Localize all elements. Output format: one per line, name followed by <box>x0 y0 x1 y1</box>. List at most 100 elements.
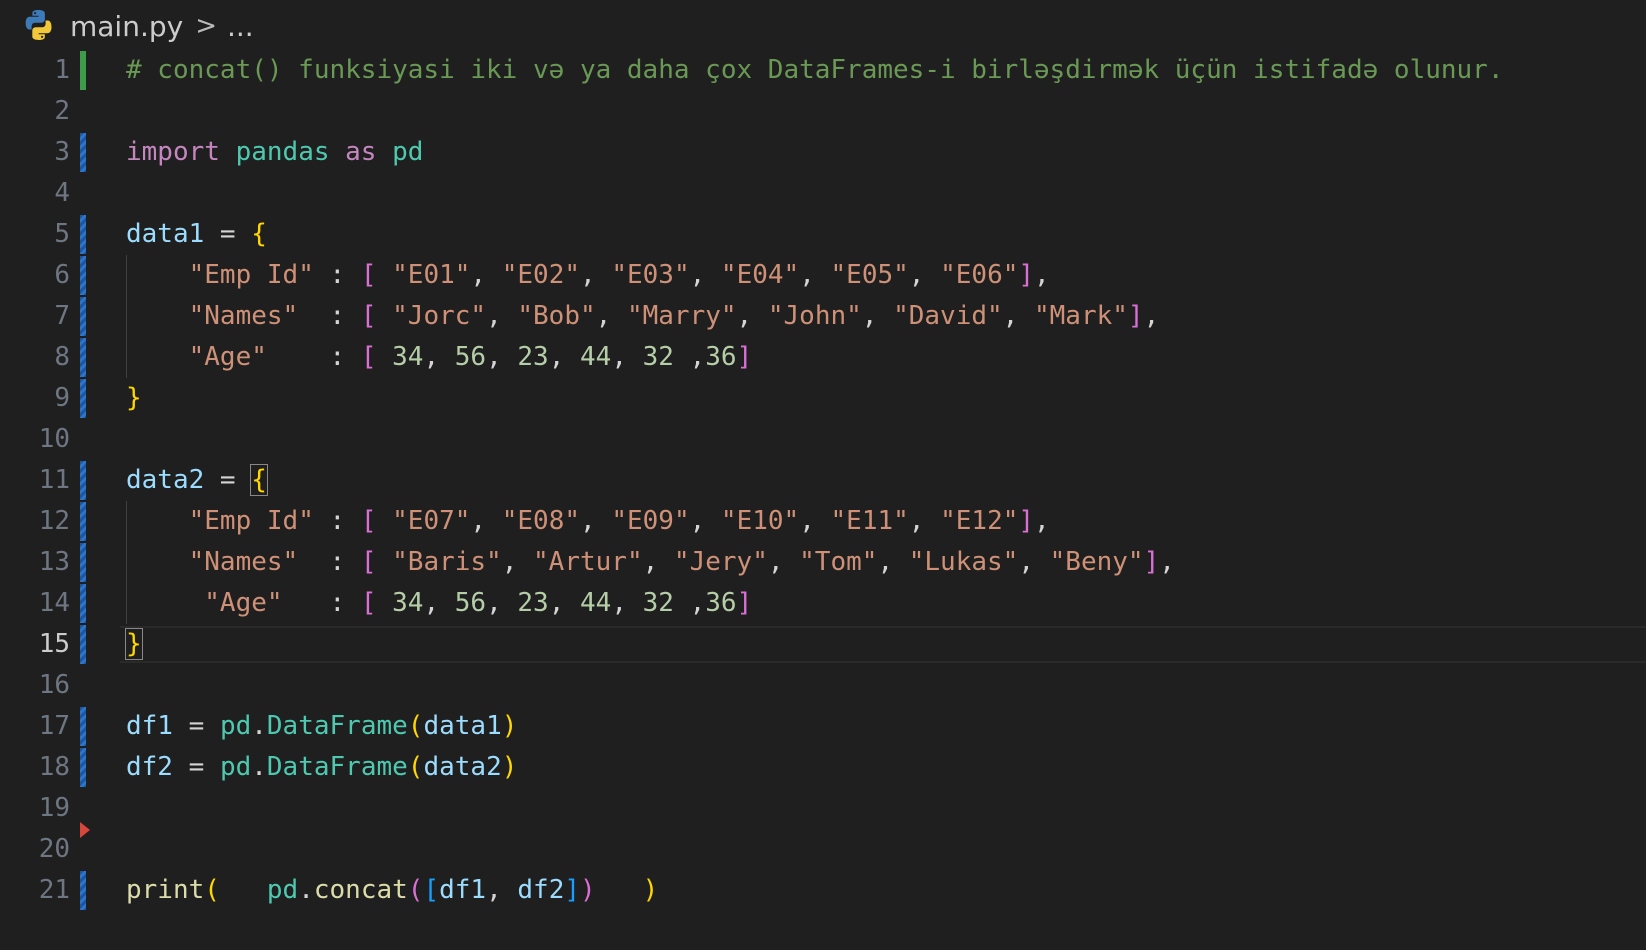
code-text[interactable]: "Emp Id" : [ "E07", "E08", "E09", "E10",… <box>126 501 1050 542</box>
code-text[interactable]: df2 = pd.DataFrame(data2) <box>126 747 517 788</box>
code-token: "Jery" <box>673 547 768 577</box>
line-number: 18 <box>38 752 70 782</box>
code-text[interactable]: print( pd.concat([df1, df2]) ) <box>126 870 658 911</box>
code-token: [ <box>360 260 377 290</box>
git-modified-marker[interactable] <box>80 707 86 746</box>
code-token: print <box>126 875 205 905</box>
line-number: 1 <box>54 55 70 85</box>
code-text[interactable]: data1 = { <box>126 214 267 255</box>
code-line[interactable]: 18 df2 = pd.DataFrame(data2) <box>0 747 1646 788</box>
code-token: , <box>642 547 674 577</box>
code-token: ) <box>580 875 596 905</box>
code-token: data1 <box>423 711 502 741</box>
code-token: , <box>423 342 455 372</box>
git-modified-marker[interactable] <box>80 297 86 336</box>
code-line[interactable]: 14 "Age" : [ 34, 56, 23, 44, 32 ,36] <box>0 583 1646 624</box>
code-line[interactable]: 19 <box>0 788 1646 838</box>
git-modified-marker[interactable] <box>80 133 86 172</box>
code-line[interactable]: 7 "Names" : [ "Jorc", "Bob", "Marry", "J… <box>0 296 1646 337</box>
code-line[interactable]: 1 # concat() funksiyasi iki və ya daha ço… <box>0 50 1646 91</box>
line-number: 21 <box>38 875 70 905</box>
code-text[interactable]: "Names" : [ "Baris", "Artur", "Jery", "T… <box>126 542 1175 583</box>
code-token: "Emp Id" <box>188 260 314 290</box>
git-modified-marker[interactable] <box>80 625 86 664</box>
code-editor[interactable]: main.py > ... 1 # concat() funksiyasi iki… <box>0 0 1646 950</box>
code-line[interactable]: 10 <box>0 419 1646 460</box>
code-line[interactable]: 17 df1 = pd.DataFrame(data1) <box>0 706 1646 747</box>
code-text[interactable]: import pandas as pd <box>126 132 423 173</box>
code-token: import <box>126 137 220 167</box>
code-token: 56 <box>454 342 487 372</box>
code-token: concat <box>313 875 408 905</box>
git-modified-marker[interactable] <box>80 338 86 377</box>
code-text[interactable]: "Age" : [ 34, 56, 23, 44, 32 ,36] <box>126 583 752 624</box>
code-line[interactable]: 3 import pandas as pd <box>0 132 1646 173</box>
line-number: 6 <box>54 260 70 290</box>
code-token: , <box>611 588 643 618</box>
git-modified-marker[interactable] <box>80 461 86 500</box>
breadcrumb: main.py > ... <box>20 6 254 46</box>
breadcrumb-file[interactable]: main.py <box>70 10 183 43</box>
git-modified-marker[interactable] <box>80 748 86 787</box>
code-line[interactable]: 9} <box>0 378 1646 419</box>
code-line[interactable]: 8 "Age" : [ 34, 56, 23, 44, 32 ,36] <box>0 337 1646 378</box>
git-modified-marker[interactable] <box>80 379 86 418</box>
code-token: : <box>282 588 361 618</box>
code-token: , <box>908 260 941 290</box>
code-token: pd <box>266 875 299 905</box>
code-line[interactable]: 4 <box>0 173 1646 214</box>
code-text[interactable]: data2 = { <box>126 460 268 501</box>
breadcrumb-ellipsis[interactable]: ... <box>227 10 254 43</box>
code-text[interactable]: "Names" : [ "Jorc", "Bob", "Marry", "Joh… <box>126 296 1160 337</box>
code-line[interactable]: 20 <box>0 829 1646 870</box>
code-token: [ <box>360 588 377 618</box>
code-line[interactable]: 6 "Emp Id" : [ "E01", "E02", "E03", "E04… <box>0 255 1646 296</box>
code-text[interactable]: "Emp Id" : [ "E01", "E02", "E03", "E04",… <box>126 255 1050 296</box>
code-token: ) <box>642 875 659 905</box>
git-modified-marker[interactable] <box>80 871 86 910</box>
git-modified-marker[interactable] <box>80 543 86 582</box>
code-token: , <box>548 342 581 372</box>
code-line[interactable]: 5 data1 = { <box>0 214 1646 255</box>
code-line[interactable]: 12 "Emp Id" : [ "E07", "E08", "E09", "E1… <box>0 501 1646 542</box>
git-added-marker[interactable] <box>80 51 86 90</box>
line-number: 8 <box>54 342 70 372</box>
code-token: "Lukas" <box>908 547 1019 577</box>
code-lines[interactable]: 1 # concat() funksiyasi iki və ya daha ço… <box>0 50 1646 911</box>
code-line[interactable]: 16 <box>0 665 1646 706</box>
code-token: 32 <box>642 342 674 372</box>
code-token: 23 <box>517 588 549 618</box>
code-line[interactable]: 11 data2 = { <box>0 460 1646 501</box>
code-text[interactable]: } <box>125 624 143 665</box>
code-text[interactable]: } <box>126 378 142 419</box>
code-text[interactable]: df1 = pd.DataFrame(data1) <box>126 706 517 747</box>
git-modified-marker[interactable] <box>80 584 86 623</box>
code-token: , <box>673 342 706 372</box>
code-text[interactable]: # concat() funksiyasi iki və ya daha çox… <box>126 50 1504 91</box>
git-modified-marker[interactable] <box>80 502 86 541</box>
chevron-right-icon: > <box>195 11 217 41</box>
git-modified-marker[interactable] <box>80 256 86 295</box>
git-modified-marker[interactable] <box>80 215 86 254</box>
code-token: , <box>689 506 721 536</box>
code-token: ] <box>1143 547 1160 577</box>
code-line[interactable]: 21 print( pd.concat([df1, df2]) ) <box>0 870 1646 911</box>
code-token: , <box>486 301 518 331</box>
code-line[interactable]: 15} <box>0 624 1646 665</box>
code-line[interactable]: 13 "Names" : [ "Baris", "Artur", "Jery",… <box>0 542 1646 583</box>
code-token: "Bob" <box>517 301 596 331</box>
code-token: , <box>1018 547 1050 577</box>
code-token: 34 <box>392 342 424 372</box>
line-number: 15 <box>38 629 70 659</box>
code-text[interactable]: "Age" : [ 34, 56, 23, 44, 32 ,36] <box>126 337 753 378</box>
code-line[interactable]: 2 <box>0 91 1646 132</box>
